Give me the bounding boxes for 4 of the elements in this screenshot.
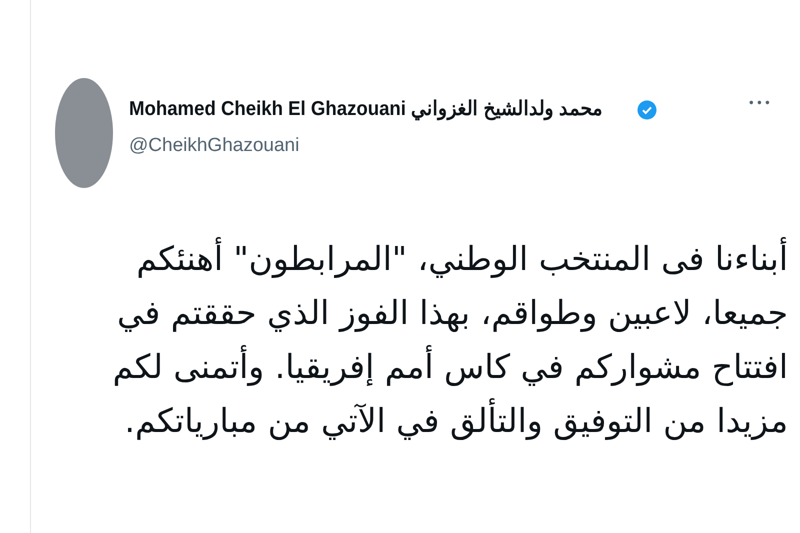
display-name[interactable]: Mohamed Cheikh El Ghazouani محمد ولدالشيخ الغزواني	[129, 94, 603, 124]
more-options-button[interactable]: •••	[748, 94, 772, 112]
user-handle[interactable]: @CheikhGhazouani	[129, 132, 748, 160]
tweet-text: أبناءنا فى المنتخب الوطني، "المرابطون" أهنئكم جميعا، لاعبين وطواقم، بهذا الفوز الذي حققتم في افتتاح مشواركم في كاس أمم إفريقيا. وأتمنى لكم مزيدا من التوفيق والتألق في الآتي من مبارياتكم.	[112, 236, 788, 442]
